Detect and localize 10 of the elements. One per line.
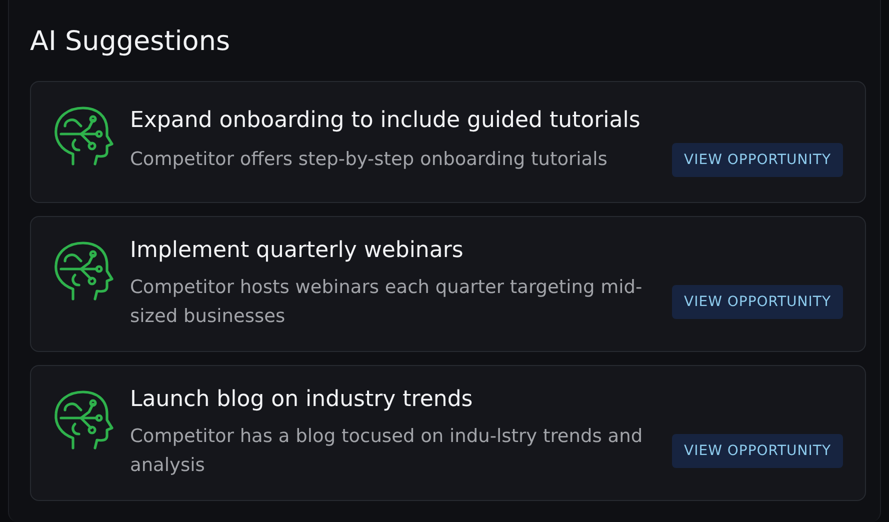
suggestion-title: Expand onboarding to include guided tutorials <box>130 108 642 132</box>
section-title: AI Suggestions <box>30 25 232 59</box>
suggestion-description: Competitor has a blog tocused on indu-lstry trends and analysis <box>130 424 644 478</box>
suggestion-description: Competitor hosts webinars each quarter targeting mid-sized businesses <box>130 276 644 328</box>
suggestion-title: Implement quarterly webinars <box>130 238 464 262</box>
suggestion-title: Launch blog on industry trends <box>130 386 474 412</box>
view-opportunity-button[interactable]: VIEW OPPORTUNITY <box>672 142 843 176</box>
view-opportunity-button[interactable]: VIEW OPPORTUNITY <box>672 434 843 468</box>
suggestion-description: Competitor offers step-by-step onboarding tutorials <box>130 148 608 172</box>
view-opportunity-button[interactable]: VIEW OPPORTUNITY <box>672 284 843 318</box>
